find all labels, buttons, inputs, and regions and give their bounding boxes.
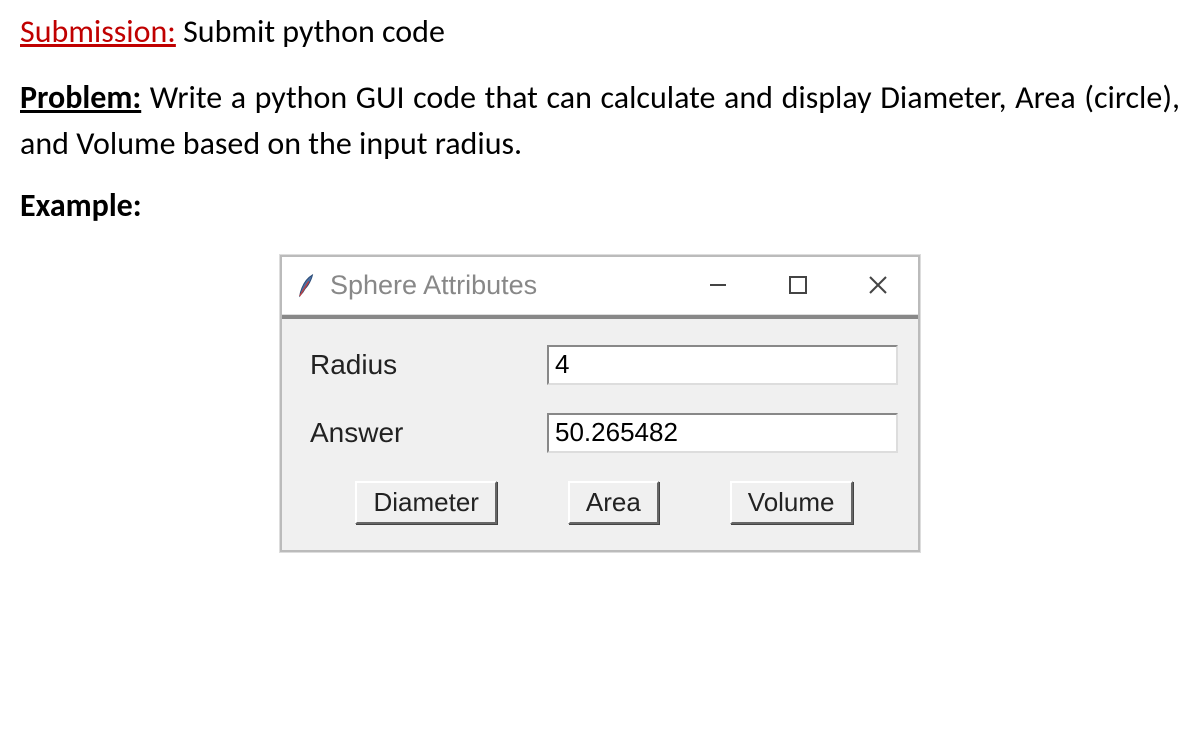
titlebar: Sphere Attributes — [282, 257, 918, 315]
answer-input[interactable] — [547, 413, 898, 453]
maximize-icon[interactable] — [784, 271, 812, 299]
tk-window: Sphere Attributes Radius Answer — [280, 255, 920, 552]
problem-label: Problem: — [20, 78, 141, 117]
area-button[interactable]: Area — [568, 481, 659, 524]
volume-button[interactable]: Volume — [730, 481, 853, 524]
submission-text: Submit python code — [176, 12, 445, 51]
window-body: Radius Answer Diameter Area Volume — [282, 315, 918, 550]
diameter-button[interactable]: Diameter — [355, 481, 496, 524]
problem-text: Write a python GUI code that can calcula… — [20, 78, 1180, 163]
submission-line: Submission: Submit python code — [20, 12, 1180, 51]
window-title: Sphere Attributes — [330, 270, 537, 301]
radius-label: Radius — [310, 349, 547, 381]
window-controls — [704, 271, 910, 299]
answer-label: Answer — [310, 417, 547, 449]
example-label: Example: — [20, 186, 1180, 225]
example-area: Sphere Attributes Radius Answer — [20, 255, 1180, 552]
submission-label: Submission: — [20, 12, 176, 51]
problem-line: Problem: Write a python GUI code that ca… — [20, 75, 1180, 168]
button-row: Diameter Area Volume — [310, 481, 898, 524]
answer-row: Answer — [310, 413, 898, 453]
feather-icon — [296, 271, 318, 299]
radius-row: Radius — [310, 345, 898, 385]
minimize-icon[interactable] — [704, 271, 732, 299]
close-icon[interactable] — [864, 271, 892, 299]
radius-input[interactable] — [547, 345, 898, 385]
